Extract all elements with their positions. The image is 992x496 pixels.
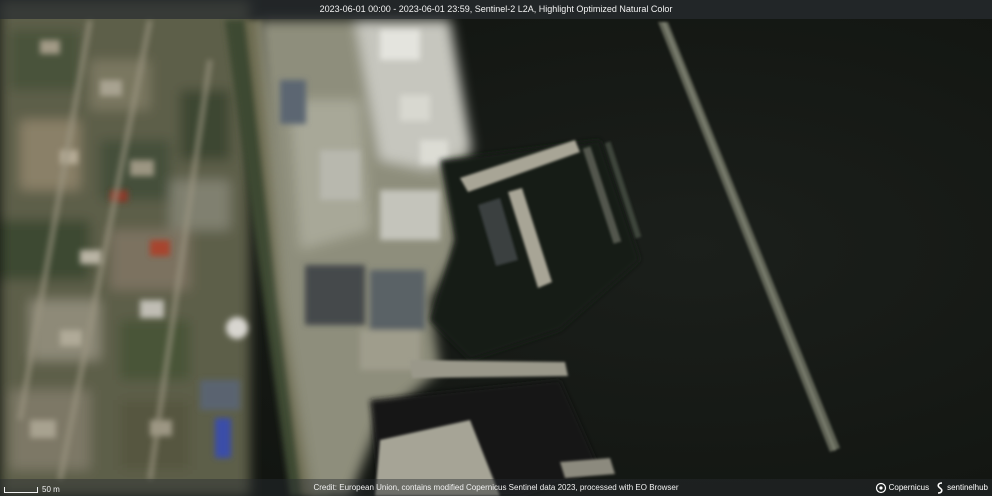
copernicus-icon: [875, 482, 886, 493]
provider-logos: Copernicus sentinelhub: [875, 481, 988, 494]
attribution-credit: Credit: European Union, contains modifie…: [313, 483, 679, 492]
acquisition-title: 2023-06-01 00:00 - 2023-06-01 23:59, Sen…: [0, 0, 992, 19]
sentinelhub-icon: [937, 481, 943, 494]
map-viewer[interactable]: 2023-06-01 00:00 - 2023-06-01 23:59, Sen…: [0, 0, 992, 496]
sentinelhub-logo-text: sentinelhub: [947, 483, 988, 492]
copernicus-logo[interactable]: Copernicus: [875, 482, 929, 494]
satellite-imagery[interactable]: [0, 0, 992, 496]
copernicus-logo-text: Copernicus: [888, 483, 930, 492]
sentinelhub-logo[interactable]: sentinelhub: [935, 481, 988, 494]
